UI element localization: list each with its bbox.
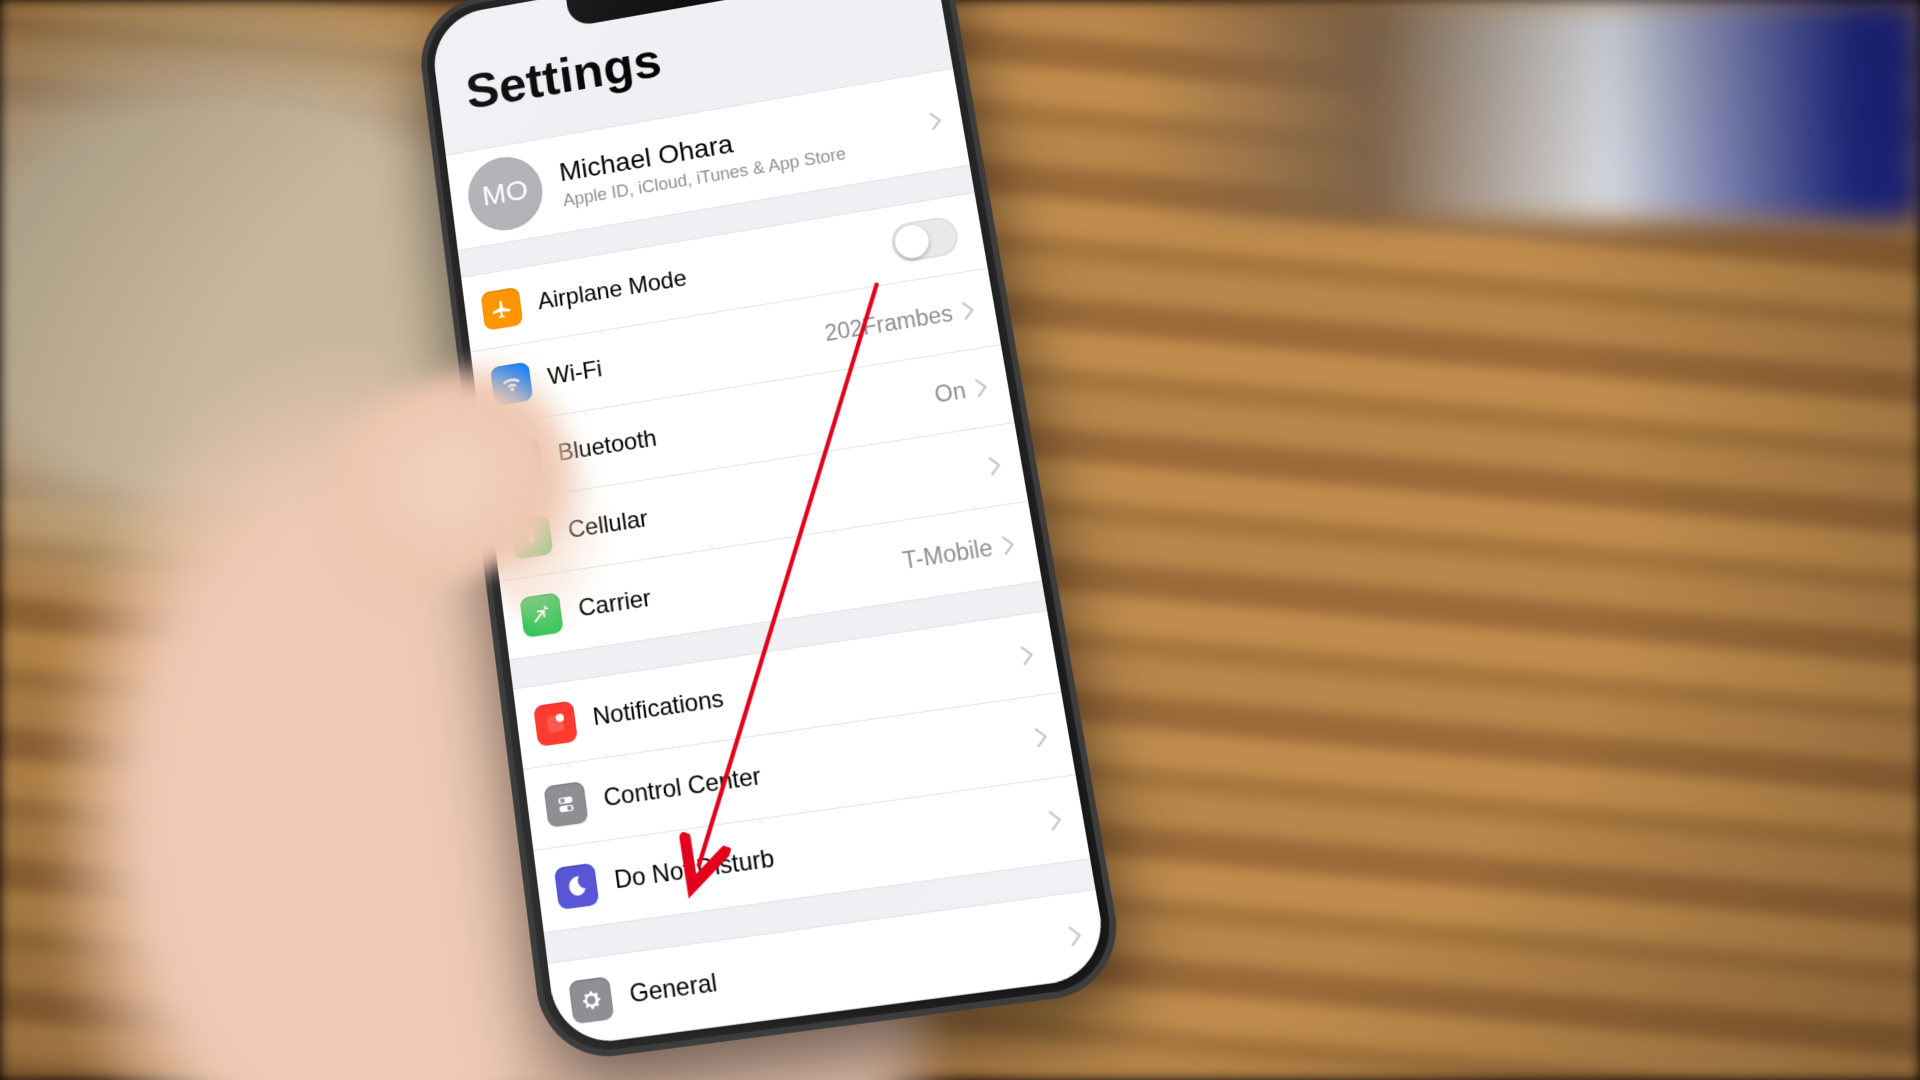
control-center-icon xyxy=(543,781,588,828)
airplane-icon xyxy=(480,287,523,331)
general-icon xyxy=(568,976,614,1024)
chevron-right-icon xyxy=(1048,809,1064,832)
chevron-right-icon xyxy=(928,110,943,131)
bluetooth-value: On xyxy=(933,377,968,408)
chevron-right-icon xyxy=(987,455,1003,477)
chevron-right-icon xyxy=(974,377,989,399)
chevron-right-icon xyxy=(1019,644,1035,666)
carrier-value: T-Mobile xyxy=(901,534,995,575)
chevron-right-icon xyxy=(1067,924,1083,947)
system-group-1: Notifications Control Center xyxy=(513,610,1090,933)
chevron-right-icon xyxy=(961,300,976,321)
airplane-mode-toggle[interactable] xyxy=(889,215,960,264)
avatar: MO xyxy=(464,151,547,236)
wifi-value: 202Frambes xyxy=(823,300,955,347)
notifications-icon xyxy=(533,700,578,746)
chevron-right-icon xyxy=(1033,726,1049,749)
dnd-icon xyxy=(554,863,599,910)
chevron-right-icon xyxy=(1001,534,1017,556)
